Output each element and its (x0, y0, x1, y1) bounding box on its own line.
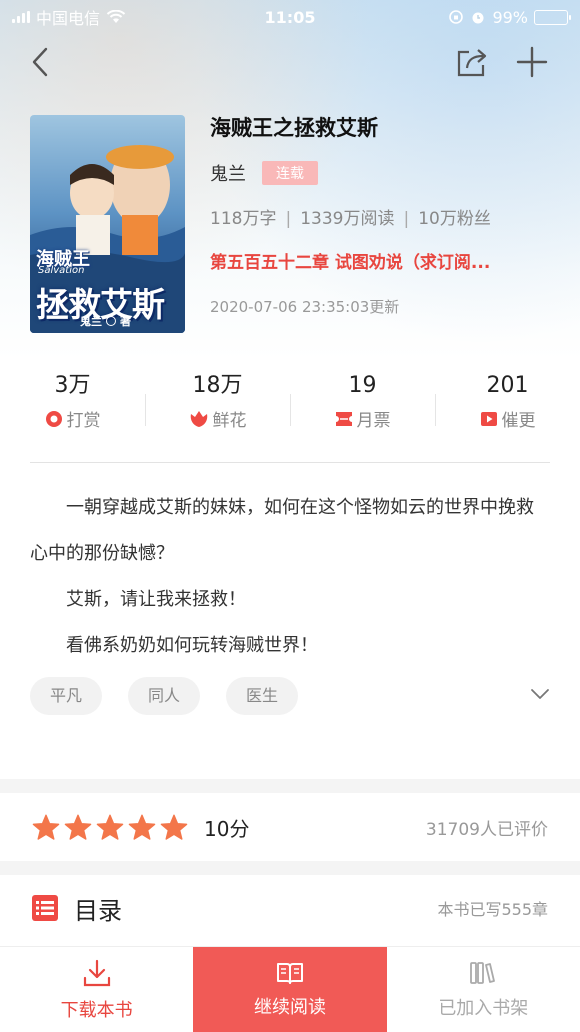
status-bar: 中国电信 11:05 99% (0, 0, 580, 34)
book-title: 海贼王之拯救艾斯 (210, 116, 378, 140)
star-icon (128, 814, 156, 840)
star-icon (160, 814, 188, 840)
latest-chapter-link[interactable]: 第五百五十二章 试图劝说（求订阅... (210, 250, 550, 276)
back-button[interactable] (18, 40, 62, 84)
chevron-down-icon (531, 689, 549, 699)
separator: | (403, 209, 410, 229)
shelf-label: 已加入书架 (438, 997, 529, 1019)
divider (30, 462, 550, 463)
catalog-icon (32, 895, 58, 921)
book-info: 海贼王之拯救艾斯 鬼兰 连载 118万字 | 1339万阅读 | 10万粉丝 第五百五十… (210, 110, 560, 318)
cover-author: 鬼兰 (80, 315, 102, 328)
wifi-icon (106, 10, 126, 23)
tag[interactable]: 同人 (128, 677, 201, 715)
cover-author-line: 鬼兰 著 (80, 313, 131, 329)
metric-label: 打赏 (66, 411, 101, 431)
description-paragraph: 艾斯，请让我来拯救！ (66, 589, 246, 610)
bookshelf-icon (470, 961, 496, 984)
metric-label: 催更 (501, 411, 536, 431)
star-icon (32, 814, 60, 840)
battery-icon (534, 9, 571, 25)
word-count: 118万字 (210, 209, 277, 229)
catalog-title: 目录 (74, 896, 122, 925)
metric-urge[interactable]: 201 催更 (435, 370, 580, 440)
star-icon (64, 814, 92, 840)
description-paragraph: 一朝穿越成艾斯的妹妹，如何在这个怪物如云的世界中挽救心中的那份缺憾？ (30, 497, 534, 564)
ticket-icon (335, 411, 352, 426)
open-book-icon (276, 962, 303, 984)
metrics-row: 3万 打赏 18万 鲜花 19 月票 201 催更 (0, 370, 580, 440)
section-gap (0, 861, 580, 875)
rating-count: 31709人已评价 (425, 819, 548, 840)
orientation-lock-icon (449, 10, 464, 24)
download-book-button[interactable]: 下载本书 (0, 947, 193, 1032)
fan-count: 10万粉丝 (418, 209, 491, 229)
bottom-action-bar: 下载本书 继续阅读 已加入书架 (0, 946, 580, 1032)
tag[interactable]: 平凡 (30, 677, 103, 715)
carrier-label: 中国电信 (36, 9, 101, 28)
metric-flower[interactable]: 18万 鲜花 (145, 370, 290, 440)
bookshelf-button[interactable]: 已加入书架 (387, 947, 580, 1032)
metric-ticket[interactable]: 19 月票 (290, 370, 435, 440)
share-icon (457, 49, 487, 77)
continue-label: 继续阅读 (253, 996, 326, 1018)
book-stats: 118万字 | 1339万阅读 | 10万粉丝 (210, 206, 560, 232)
cover-subtitle: Salvation (38, 265, 85, 276)
battery-percent: 99% (492, 7, 528, 27)
cover-seal-icon (106, 316, 116, 326)
share-button[interactable] (450, 40, 494, 84)
add-button[interactable] (510, 40, 554, 84)
flower-icon (190, 410, 207, 427)
read-count: 1339万阅读 (300, 209, 395, 229)
book-description: 一朝穿越成艾斯的妹妹，如何在这个怪物如云的世界中挽救心中的那份缺憾？ 艾斯，请让… (30, 485, 550, 669)
rating-row[interactable]: 10分 31709人已评价 (0, 793, 580, 861)
chapter-count: 本书已写555章 (437, 900, 548, 919)
star-rating (32, 814, 188, 841)
plus-icon (516, 46, 548, 78)
metric-label: 鲜花 (212, 411, 247, 431)
expand-description-button[interactable] (524, 680, 556, 708)
tag-list: 平凡 同人 医生 (30, 677, 299, 715)
metric-reward[interactable]: 3万 打赏 (0, 370, 145, 440)
chevron-left-icon (32, 47, 48, 77)
signal-icon (12, 11, 30, 23)
metric-value: 3万 (54, 373, 91, 398)
description-paragraph: 看佛系奶奶如何玩转海贼世界！ (66, 635, 318, 656)
author-name[interactable]: 鬼兰 (210, 160, 246, 186)
alarm-icon (472, 12, 484, 24)
download-label: 下载本书 (60, 999, 133, 1021)
book-cover[interactable]: 海贼王 Salvation 拯救艾斯 鬼兰 著 (30, 115, 185, 333)
status-badge: 连载 (262, 161, 318, 185)
metric-label: 月票 (356, 411, 391, 431)
separator: | (285, 209, 292, 229)
urge-icon (480, 411, 497, 426)
section-gap (0, 779, 580, 793)
update-time: 2020-07-06 23:35:03更新 (210, 298, 400, 316)
metric-value: 18万 (192, 373, 243, 398)
reward-icon (45, 410, 62, 427)
rating-score: 10分 (204, 816, 250, 841)
cover-author-suffix: 著 (120, 315, 131, 328)
nav-bar (0, 40, 580, 88)
catalog-row[interactable]: 目录 本书已写555章 (0, 875, 580, 941)
tag[interactable]: 医生 (226, 677, 299, 715)
metric-value: 19 (348, 373, 377, 398)
metric-value: 201 (486, 373, 529, 398)
star-icon (96, 814, 124, 840)
continue-reading-button[interactable]: 继续阅读 (193, 947, 387, 1032)
download-icon (83, 959, 110, 986)
